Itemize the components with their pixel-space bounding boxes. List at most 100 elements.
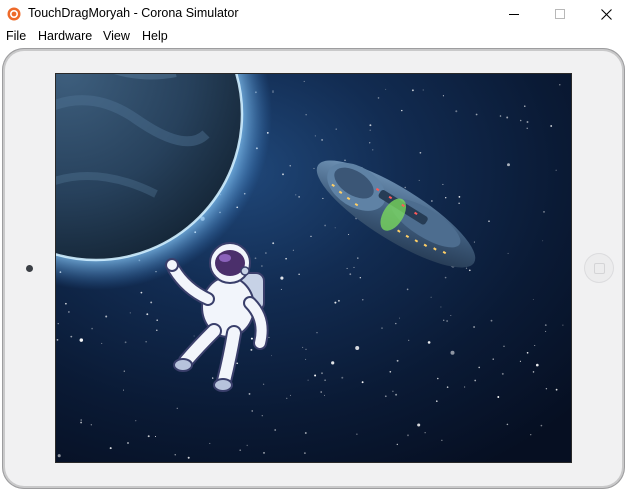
star	[65, 302, 67, 305]
star	[526, 127, 528, 129]
star	[519, 119, 522, 122]
star	[404, 186, 406, 189]
star	[442, 183, 444, 185]
star	[535, 363, 539, 367]
window-title: TouchDragMoryah - Corona Simulator	[28, 6, 239, 20]
star	[396, 443, 398, 446]
star	[324, 379, 326, 382]
star	[401, 109, 403, 112]
menu-help[interactable]: Help	[142, 28, 168, 46]
star	[474, 379, 477, 382]
star	[123, 389, 124, 391]
star	[285, 257, 287, 260]
star	[526, 121, 529, 123]
star	[464, 386, 466, 388]
star	[450, 350, 455, 355]
star	[105, 315, 108, 318]
star	[298, 273, 300, 275]
star	[545, 388, 548, 390]
star	[303, 80, 305, 82]
maximize-button[interactable]	[537, 0, 583, 28]
star	[355, 346, 360, 350]
star	[356, 433, 358, 435]
star	[334, 301, 337, 304]
star	[156, 319, 159, 322]
star	[124, 341, 127, 344]
star	[455, 110, 458, 113]
star	[331, 361, 335, 365]
star	[68, 311, 70, 313]
star	[372, 149, 374, 151]
star	[497, 396, 500, 398]
star	[542, 240, 544, 242]
star	[490, 319, 493, 322]
star	[395, 393, 398, 396]
star	[156, 329, 158, 331]
star	[321, 138, 324, 141]
star	[268, 336, 270, 338]
minimize-icon	[509, 14, 519, 15]
menu-view[interactable]: View	[103, 28, 130, 46]
close-button[interactable]	[583, 0, 629, 28]
star	[506, 116, 509, 119]
star	[441, 439, 443, 441]
star	[274, 429, 277, 431]
star	[80, 421, 83, 424]
star	[550, 125, 553, 127]
star	[488, 220, 490, 223]
star	[384, 395, 387, 398]
star	[145, 341, 147, 343]
minimize-button[interactable]	[491, 0, 537, 28]
star	[286, 397, 288, 399]
star	[127, 442, 129, 444]
star	[263, 452, 265, 454]
star	[377, 97, 380, 99]
star	[507, 163, 510, 167]
star	[465, 267, 468, 269]
menu-file[interactable]: File	[6, 28, 26, 46]
star	[261, 265, 263, 267]
star	[289, 394, 291, 396]
star	[530, 434, 532, 436]
star	[307, 379, 309, 381]
star	[70, 335, 73, 338]
star	[57, 323, 59, 325]
title-bar: TouchDragMoryah - Corona Simulator	[0, 0, 629, 28]
star	[381, 327, 383, 329]
star	[430, 296, 432, 298]
star	[506, 423, 509, 426]
star	[357, 257, 359, 259]
star	[305, 114, 307, 116]
star	[109, 447, 112, 450]
star	[440, 306, 442, 308]
menu-hardware[interactable]: Hardware	[38, 28, 92, 46]
star	[261, 415, 263, 417]
star	[473, 326, 476, 328]
star	[431, 200, 433, 202]
star	[135, 420, 137, 422]
star	[503, 345, 505, 347]
simulator-screen[interactable]	[56, 74, 571, 462]
star	[314, 374, 317, 377]
star	[458, 196, 461, 198]
star	[445, 197, 447, 199]
star	[399, 317, 400, 319]
star	[344, 159, 346, 161]
star	[155, 436, 156, 437]
menu-bar: File Hardware View Help	[0, 28, 629, 46]
star	[272, 90, 274, 92]
star	[427, 341, 431, 344]
star	[236, 362, 239, 365]
close-icon	[600, 8, 612, 20]
star	[321, 372, 323, 375]
star	[424, 432, 426, 434]
star	[254, 257, 257, 260]
star	[282, 173, 284, 176]
star	[209, 442, 211, 444]
star	[302, 346, 304, 348]
star	[292, 249, 294, 251]
star	[418, 179, 420, 181]
star	[559, 84, 561, 86]
star	[176, 407, 178, 409]
home-button[interactable]	[585, 254, 613, 282]
